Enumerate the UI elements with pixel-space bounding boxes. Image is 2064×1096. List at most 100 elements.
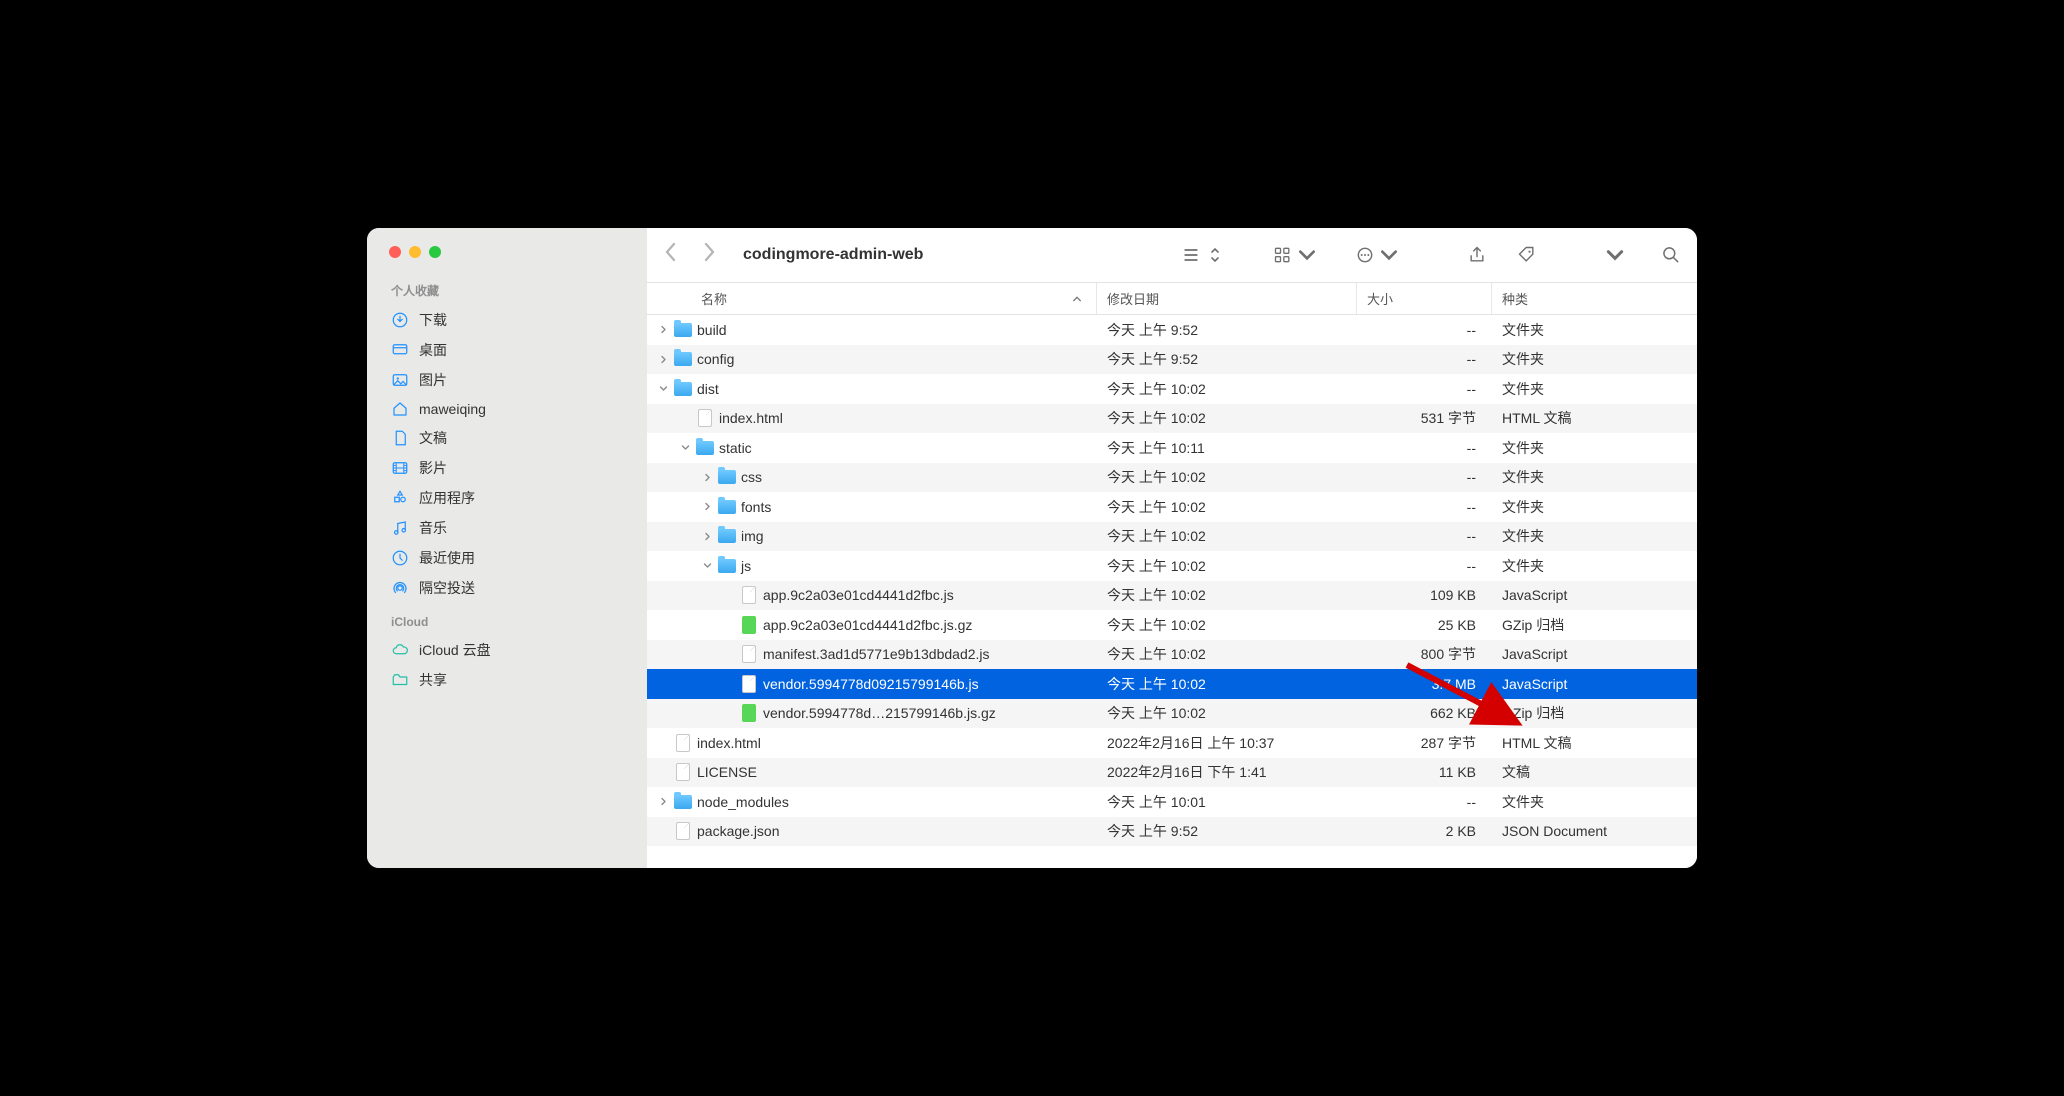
file-kind: GZip 归档 — [1492, 615, 1697, 635]
folder-icon — [718, 468, 736, 486]
column-name[interactable]: 名称 — [647, 283, 1097, 314]
chevron-right-icon[interactable] — [657, 353, 669, 365]
back-button[interactable] — [663, 240, 679, 269]
file-row[interactable]: package.json今天 上午 9:522 KBJSON Document — [647, 817, 1697, 847]
sidebar-item-label: 影片 — [419, 458, 447, 478]
file-kind: JSON Document — [1492, 823, 1697, 839]
action-button[interactable] — [1355, 245, 1399, 265]
file-kind: 文件夹 — [1492, 792, 1697, 812]
file-kind: GZip 归档 — [1492, 703, 1697, 723]
column-kind[interactable]: 种类 — [1492, 283, 1697, 314]
sidebar-item-download[interactable]: 下载 — [367, 305, 647, 335]
file-date: 今天 上午 10:02 — [1097, 379, 1357, 399]
movies-icon — [391, 459, 409, 477]
folder-icon — [674, 380, 692, 398]
chevron-down-icon[interactable] — [679, 442, 691, 454]
tags-button[interactable] — [1517, 245, 1537, 265]
sidebar-item-documents[interactable]: 文稿 — [367, 423, 647, 453]
sidebar-item-label: maweiqing — [419, 401, 486, 417]
file-date: 今天 上午 9:52 — [1097, 349, 1357, 369]
maximize-button[interactable] — [429, 246, 441, 258]
file-row[interactable]: manifest.3ad1d5771e9b13dbdad2.js今天 上午 10… — [647, 640, 1697, 670]
chevron-right-icon[interactable] — [657, 324, 669, 336]
chevron-down-icon[interactable] — [657, 383, 669, 395]
file-kind: 文件夹 — [1492, 556, 1697, 576]
file-kind: JavaScript — [1492, 646, 1697, 662]
column-date[interactable]: 修改日期 — [1097, 283, 1357, 314]
file-name: app.9c2a03e01cd4441d2fbc.js — [763, 587, 954, 603]
sidebar-item-pictures[interactable]: 图片 — [367, 365, 647, 395]
file-row[interactable]: static今天 上午 10:11--文件夹 — [647, 433, 1697, 463]
file-row[interactable]: vendor.5994778d…215799146b.js.gz今天 上午 10… — [647, 699, 1697, 729]
sidebar-item-airdrop[interactable]: 隔空投送 — [367, 573, 647, 603]
file-size: -- — [1357, 381, 1492, 397]
file-row[interactable]: LICENSE2022年2月16日 下午 1:4111 KB文稿 — [647, 758, 1697, 788]
file-size: 662 KB — [1357, 705, 1492, 721]
file-icon — [674, 822, 692, 840]
minimize-button[interactable] — [409, 246, 421, 258]
file-icon — [740, 586, 758, 604]
file-icon — [674, 763, 692, 781]
sidebar-item-recents[interactable]: 最近使用 — [367, 543, 647, 573]
column-size[interactable]: 大小 — [1357, 283, 1492, 314]
file-size: 25 KB — [1357, 617, 1492, 633]
sidebar-item-apps[interactable]: 应用程序 — [367, 483, 647, 513]
file-name: build — [697, 322, 727, 338]
chevron-right-icon[interactable] — [657, 796, 669, 808]
sidebar-item-movies[interactable]: 影片 — [367, 453, 647, 483]
file-date: 今天 上午 10:02 — [1097, 408, 1357, 428]
chevron-right-icon[interactable] — [701, 501, 713, 513]
file-kind: JavaScript — [1492, 587, 1697, 603]
file-date: 今天 上午 9:52 — [1097, 320, 1357, 340]
file-row[interactable]: index.html2022年2月16日 上午 10:37287 字节HTML … — [647, 728, 1697, 758]
sidebar-item-home[interactable]: maweiqing — [367, 395, 647, 423]
file-name: node_modules — [697, 794, 789, 810]
file-row[interactable]: node_modules今天 上午 10:01--文件夹 — [647, 787, 1697, 817]
column-headers: 名称 修改日期 大小 种类 — [647, 282, 1697, 315]
file-row[interactable]: dist今天 上午 10:02--文件夹 — [647, 374, 1697, 404]
sidebar-item-desktop[interactable]: 桌面 — [367, 335, 647, 365]
file-row[interactable]: config今天 上午 9:52--文件夹 — [647, 345, 1697, 375]
file-date: 今天 上午 10:02 — [1097, 674, 1357, 694]
file-name: package.json — [697, 823, 780, 839]
file-row[interactable]: js今天 上午 10:02--文件夹 — [647, 551, 1697, 581]
file-kind: 文件夹 — [1492, 467, 1697, 487]
file-name: img — [741, 528, 764, 544]
music-icon — [391, 519, 409, 537]
sidebar-item-shared[interactable]: 共享 — [367, 665, 647, 695]
file-row[interactable]: build今天 上午 9:52--文件夹 — [647, 315, 1697, 345]
file-date: 今天 上午 10:02 — [1097, 703, 1357, 723]
file-size: -- — [1357, 794, 1492, 810]
file-kind: 文件夹 — [1492, 379, 1697, 399]
file-kind: JavaScript — [1492, 676, 1697, 692]
folder-icon — [674, 321, 692, 339]
group-button[interactable] — [1273, 245, 1317, 265]
file-icon — [674, 734, 692, 752]
chevron-right-icon[interactable] — [701, 471, 713, 483]
file-row[interactable]: vendor.5994778d09215799146b.js今天 上午 10:0… — [647, 669, 1697, 699]
pictures-icon — [391, 371, 409, 389]
file-row[interactable]: img今天 上午 10:02--文件夹 — [647, 522, 1697, 552]
chevron-down-icon[interactable] — [701, 560, 713, 572]
desktop-icon — [391, 341, 409, 359]
more-button[interactable] — [1605, 245, 1625, 265]
sidebar-item-label: 隔空投送 — [419, 578, 475, 598]
file-row[interactable]: index.html今天 上午 10:02531 字节HTML 文稿 — [647, 404, 1697, 434]
share-button[interactable] — [1467, 245, 1487, 265]
file-row[interactable]: css今天 上午 10:02--文件夹 — [647, 463, 1697, 493]
view-list-button[interactable] — [1181, 245, 1225, 265]
archive-icon — [740, 704, 758, 722]
file-row[interactable]: app.9c2a03e01cd4441d2fbc.js.gz今天 上午 10:0… — [647, 610, 1697, 640]
close-button[interactable] — [389, 246, 401, 258]
home-icon — [391, 400, 409, 418]
forward-button[interactable] — [701, 240, 717, 269]
sidebar-item-label: iCloud 云盘 — [419, 640, 491, 660]
file-row[interactable]: fonts今天 上午 10:02--文件夹 — [647, 492, 1697, 522]
search-button[interactable] — [1661, 245, 1681, 265]
sidebar-item-music[interactable]: 音乐 — [367, 513, 647, 543]
shared-icon — [391, 671, 409, 689]
window-controls — [367, 246, 647, 278]
sidebar-item-icloud[interactable]: iCloud 云盘 — [367, 635, 647, 665]
file-row[interactable]: app.9c2a03e01cd4441d2fbc.js今天 上午 10:0210… — [647, 581, 1697, 611]
chevron-right-icon[interactable] — [701, 530, 713, 542]
